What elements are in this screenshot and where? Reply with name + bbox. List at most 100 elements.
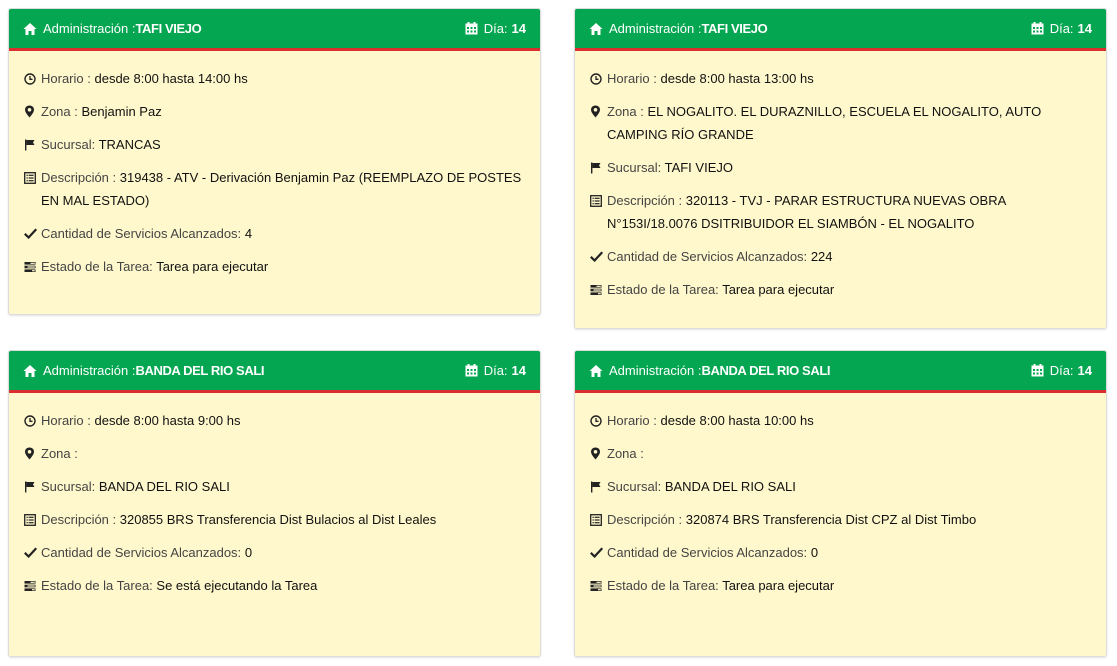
task-card: Administración : TAFI VIEJO Día: 14 Horar…	[8, 8, 541, 315]
card-body: Horario : desde 8:00 hasta 10:00 hs Zona…	[575, 393, 1106, 617]
sucursal-label: Sucursal:	[607, 160, 662, 175]
check-icon	[590, 245, 603, 268]
horario-value: desde 8:00 hasta 14:00 hs	[94, 71, 248, 86]
sucursal-value: BANDA DEL RIO SALI	[664, 479, 796, 494]
servicios-label: Cantidad de Servicios Alcanzados:	[41, 226, 242, 241]
dia-label: Día:	[1049, 363, 1074, 378]
sucursal-row: Sucursal: TAFI VIEJO	[590, 156, 1092, 179]
servicios-value: 4	[244, 226, 253, 241]
estado-label: Estado de la Tarea:	[41, 578, 153, 593]
admin-label: Administración :	[609, 363, 702, 378]
flag-icon	[24, 475, 37, 498]
zona-row: Zona : EL NOGALITO. EL DURAZNILLO, ESCUE…	[590, 100, 1092, 146]
dia-value: 14	[1077, 363, 1092, 378]
horario-value: desde 8:00 hasta 13:00 hs	[660, 71, 814, 86]
sucursal-label: Sucursal:	[41, 137, 96, 152]
zona-row: Zona : Benjamin Paz	[24, 100, 526, 123]
descripcion-value: 320855 BRS Transferencia Dist Bulacios a…	[119, 512, 437, 527]
clock-icon	[590, 67, 603, 90]
dia-value: 14	[511, 363, 526, 378]
dia-label: Día:	[483, 21, 508, 36]
map-marker-icon	[24, 442, 37, 465]
estado-label: Estado de la Tarea:	[41, 259, 153, 274]
zona-value: Benjamin Paz	[81, 104, 162, 119]
tasks-icon	[24, 574, 37, 597]
home-icon	[23, 364, 37, 378]
task-card: Administración : BANDA DEL RIO SALI Día: …	[574, 350, 1107, 657]
estado-label: Estado de la Tarea:	[607, 578, 719, 593]
sucursal-row: Sucursal: BANDA DEL RIO SALI	[590, 475, 1092, 498]
estado-row: Estado de la Tarea: Tarea para ejecutar	[590, 574, 1092, 597]
calendar-icon	[465, 22, 478, 35]
tasks-icon	[24, 255, 37, 278]
descripcion-value: 320874 BRS Transferencia Dist CPZ al Dis…	[685, 512, 977, 527]
sucursal-row: Sucursal: TRANCAS	[24, 133, 526, 156]
estado-value: Tarea para ejecutar	[722, 282, 835, 297]
dia-value: 14	[511, 21, 526, 36]
clock-icon	[590, 409, 603, 432]
card-body: Horario : desde 8:00 hasta 14:00 hs Zona…	[9, 51, 540, 298]
horario-label: Horario :	[607, 413, 657, 428]
horario-value: desde 8:00 hasta 10:00 hs	[660, 413, 814, 428]
servicios-label: Cantidad de Servicios Alcanzados:	[41, 545, 242, 560]
horario-row: Horario : desde 8:00 hasta 10:00 hs	[590, 409, 1092, 432]
sucursal-value: TAFI VIEJO	[664, 160, 733, 175]
estado-value: Se está ejecutando la Tarea	[156, 578, 318, 593]
flag-icon	[590, 475, 603, 498]
card-header: Administración : TAFI VIEJO Día: 14	[9, 9, 540, 51]
sucursal-value: TRANCAS	[98, 137, 161, 152]
descripcion-row: Descripción : 320874 BRS Transferencia D…	[590, 508, 1092, 531]
card-header: Administración : BANDA DEL RIO SALI Día: …	[575, 351, 1106, 393]
sucursal-label: Sucursal:	[41, 479, 96, 494]
horario-row: Horario : desde 8:00 hasta 13:00 hs	[590, 67, 1092, 90]
calendar-icon	[465, 364, 478, 377]
admin-place: BANDA DEL RIO SALI	[135, 363, 265, 378]
zona-label: Zona :	[607, 446, 644, 461]
home-icon	[589, 22, 603, 36]
card-body: Horario : desde 8:00 hasta 9:00 hs Zona …	[9, 393, 540, 617]
zona-row: Zona :	[590, 442, 1092, 465]
sucursal-row: Sucursal: BANDA DEL RIO SALI	[24, 475, 526, 498]
map-marker-icon	[590, 100, 603, 123]
estado-row: Estado de la Tarea: Tarea para ejecutar	[24, 255, 526, 278]
card-body: Horario : desde 8:00 hasta 13:00 hs Zona…	[575, 51, 1106, 321]
servicios-label: Cantidad de Servicios Alcanzados:	[607, 249, 808, 264]
task-card: Administración : TAFI VIEJO Día: 14 Horar…	[574, 8, 1107, 329]
descripcion-row: Descripción : 319438 - ATV - Derivación …	[24, 166, 526, 212]
map-marker-icon	[24, 100, 37, 123]
servicios-value: 0	[810, 545, 819, 560]
check-icon	[590, 541, 603, 564]
horario-row: Horario : desde 8:00 hasta 9:00 hs	[24, 409, 526, 432]
check-icon	[24, 541, 37, 564]
home-icon	[589, 364, 603, 378]
zona-label: Zona :	[41, 446, 78, 461]
admin-label: Administración :	[43, 363, 136, 378]
admin-place: BANDA DEL RIO SALI	[701, 363, 831, 378]
descripcion-label: Descripción :	[607, 193, 683, 208]
task-card: Administración : BANDA DEL RIO SALI Día: …	[8, 350, 541, 657]
estado-row: Estado de la Tarea: Tarea para ejecutar	[590, 278, 1092, 301]
dia-label: Día:	[1049, 21, 1074, 36]
servicios-row: Cantidad de Servicios Alcanzados: 4	[24, 222, 526, 245]
servicios-row: Cantidad de Servicios Alcanzados: 224	[590, 245, 1092, 268]
horario-label: Horario :	[41, 71, 91, 86]
clock-icon	[24, 67, 37, 90]
zona-row: Zona :	[24, 442, 526, 465]
calendar-icon	[1031, 22, 1044, 35]
map-marker-icon	[590, 442, 603, 465]
admin-label: Administración :	[43, 21, 136, 36]
zona-value: EL NOGALITO. EL DURAZNILLO, ESCUELA EL N…	[607, 104, 1042, 142]
clock-icon	[24, 409, 37, 432]
servicios-value: 224	[810, 249, 833, 264]
descripcion-row: Descripción : 320855 BRS Transferencia D…	[24, 508, 526, 531]
list-alt-icon	[24, 508, 37, 531]
horario-value: desde 8:00 hasta 9:00 hs	[94, 413, 241, 428]
estado-label: Estado de la Tarea:	[607, 282, 719, 297]
horario-row: Horario : desde 8:00 hasta 14:00 hs	[24, 67, 526, 90]
flag-icon	[590, 156, 603, 179]
admin-label: Administración :	[609, 21, 702, 36]
descripcion-row: Descripción : 320113 - TVJ - PARAR ESTRU…	[590, 189, 1092, 235]
dia-value: 14	[1077, 21, 1092, 36]
card-header: Administración : BANDA DEL RIO SALI Día: …	[9, 351, 540, 393]
check-icon	[24, 222, 37, 245]
